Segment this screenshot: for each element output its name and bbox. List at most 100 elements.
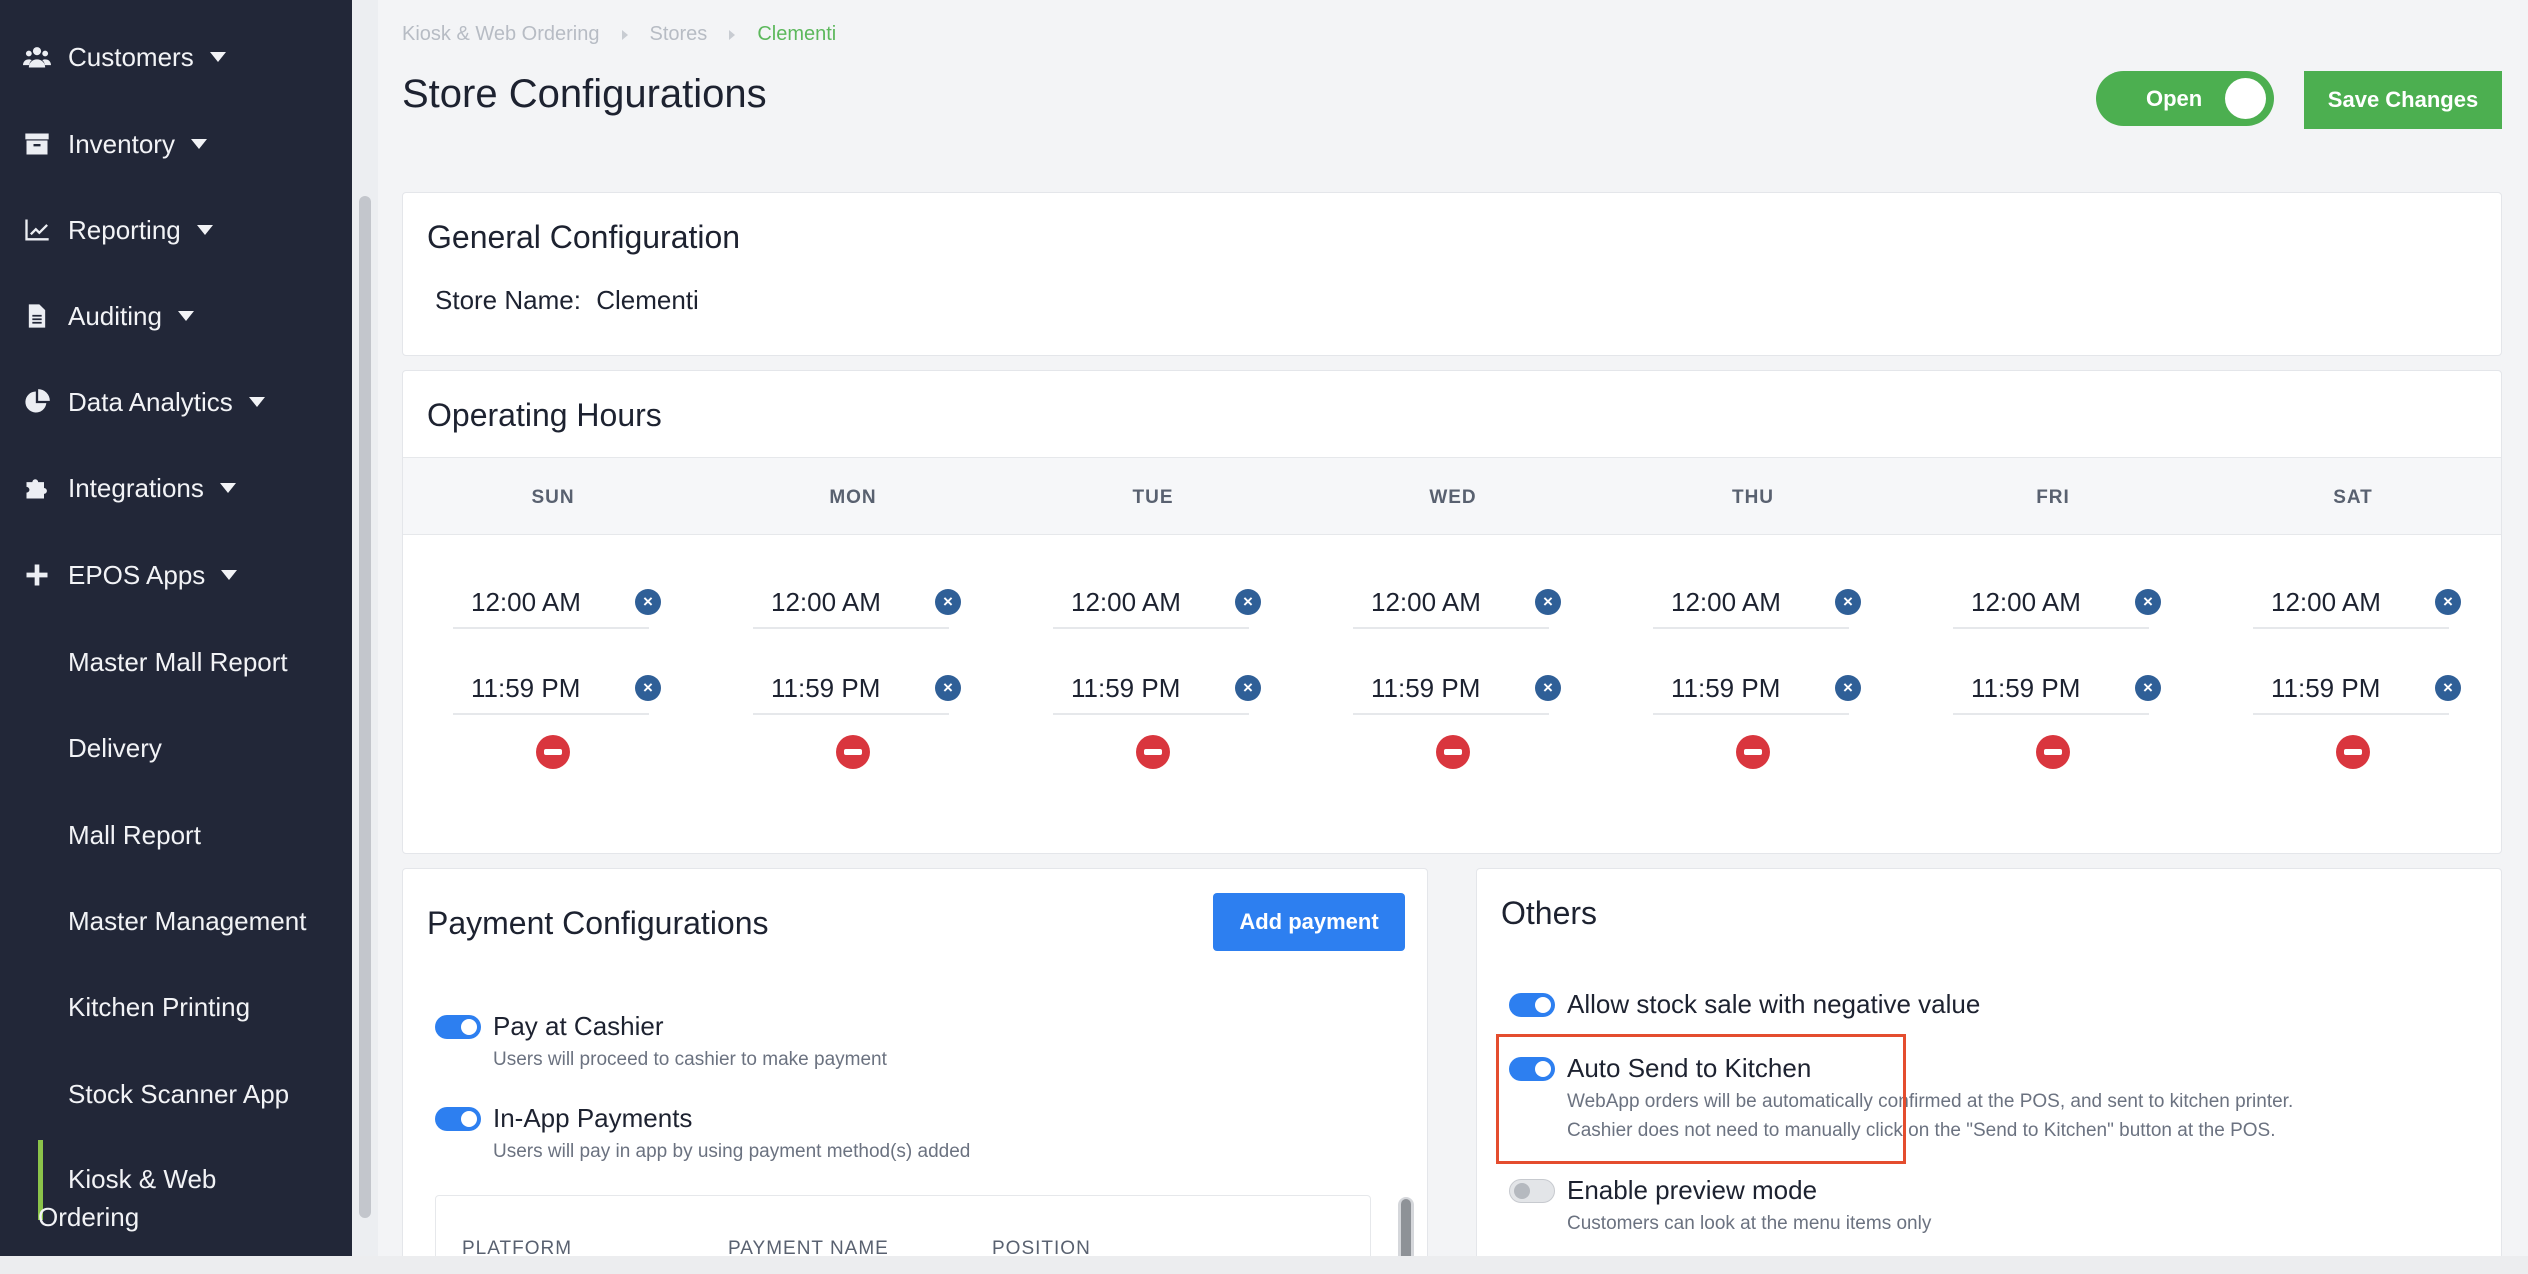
- sidebar-subitem-master-mall-report[interactable]: Master Mall Report: [68, 647, 288, 678]
- fri-close-time-input[interactable]: 11:59 PM ×: [1953, 659, 2161, 715]
- breadcrumb-link-stores[interactable]: Stores: [650, 23, 708, 46]
- time-value: 12:00 AM: [2271, 587, 2381, 617]
- clear-time-icon[interactable]: ×: [935, 675, 961, 701]
- mon-open-time-input[interactable]: 12:00 AM ×: [753, 573, 961, 629]
- toggle-knob: [2225, 78, 2266, 119]
- payment-configurations-title: Payment Configurations: [427, 905, 769, 941]
- line-chart-icon: [22, 215, 52, 245]
- time-value: 11:59 PM: [471, 673, 581, 703]
- clear-time-icon[interactable]: ×: [2135, 589, 2161, 615]
- sidebar-item-label: Inventory: [68, 128, 175, 159]
- time-value: 12:00 AM: [1671, 587, 1781, 617]
- clear-time-icon[interactable]: ×: [1535, 675, 1561, 701]
- day-header-fri: FRI: [2036, 487, 2070, 508]
- remove-hours-icon[interactable]: [1136, 735, 1170, 769]
- clear-time-icon[interactable]: ×: [1835, 675, 1861, 701]
- day-header-mon: MON: [829, 487, 877, 508]
- clear-time-icon[interactable]: ×: [1235, 589, 1261, 615]
- tue-close-time-input[interactable]: 11:59 PM ×: [1053, 659, 1261, 715]
- sidebar-item-label: Data Analytics: [68, 386, 233, 417]
- chevron-down-icon: [190, 139, 207, 149]
- remove-hours-icon[interactable]: [2336, 735, 2370, 769]
- sidebar-item-data-analytics[interactable]: Data Analytics: [0, 372, 352, 432]
- sun-open-time-input[interactable]: 12:00 AM ×: [453, 573, 661, 629]
- sidebar-subitem-kiosk-web-ordering[interactable]: Kiosk & Web Ordering: [38, 1160, 338, 1236]
- clear-time-icon[interactable]: ×: [935, 589, 961, 615]
- sidebar-scrollbar-thumb[interactable]: [359, 196, 371, 1218]
- time-value: 12:00 AM: [471, 587, 581, 617]
- remove-hours-icon[interactable]: [1736, 735, 1770, 769]
- sidebar-subitem-master-management[interactable]: Master Management: [68, 906, 306, 937]
- store-open-toggle[interactable]: Open: [2096, 71, 2274, 126]
- clear-time-icon[interactable]: ×: [1835, 589, 1861, 615]
- sat-open-time-input[interactable]: 12:00 AM ×: [2253, 573, 2461, 629]
- page-bottom-edge: [0, 1256, 2528, 1274]
- wed-close-time-input[interactable]: 11:59 PM ×: [1353, 659, 1561, 715]
- sidebar-subitem-stock-scanner-app[interactable]: Stock Scanner App: [68, 1079, 289, 1110]
- sidebar-item-auditing[interactable]: Auditing: [0, 286, 352, 346]
- sidebar-item-label: Integrations: [68, 472, 204, 503]
- sidebar-subitem-delivery[interactable]: Delivery: [68, 733, 162, 764]
- pay-at-cashier-toggle[interactable]: [435, 1015, 481, 1039]
- mon-close-time-input[interactable]: 11:59 PM ×: [753, 659, 961, 715]
- in-app-payments-desc: Users will pay in app by using payment m…: [493, 1141, 971, 1162]
- operating-hours-card: Operating Hours SUN 12:00 AM × 11:59 PM × MON…: [402, 370, 2502, 854]
- sidebar-item-reporting[interactable]: Reporting: [0, 200, 352, 260]
- sidebar-subitem-mall-report[interactable]: Mall Report: [68, 820, 201, 851]
- operating-hours-title: Operating Hours: [427, 397, 662, 433]
- clear-time-icon[interactable]: ×: [635, 589, 661, 615]
- store-name-value: Clementi: [596, 285, 699, 315]
- enable-preview-mode-toggle[interactable]: [1509, 1179, 1555, 1203]
- time-value: 11:59 PM: [1671, 673, 1781, 703]
- payment-table-scrollbar-thumb[interactable]: [1401, 1199, 1411, 1261]
- time-value: 11:59 PM: [2271, 673, 2381, 703]
- remove-hours-icon[interactable]: [536, 735, 570, 769]
- open-toggle-label: Open: [2146, 86, 2203, 111]
- sidebar-item-customers[interactable]: Customers: [0, 27, 352, 87]
- day-header-sat: SAT: [2333, 487, 2373, 508]
- time-value: 12:00 AM: [1971, 587, 2081, 617]
- sat-close-time-input[interactable]: 11:59 PM ×: [2253, 659, 2461, 715]
- breadcrumb: Kiosk & Web Ordering Stores Clementi: [402, 23, 836, 46]
- others-title: Others: [1501, 895, 1598, 931]
- day-header-wed: WED: [1429, 487, 1477, 508]
- sidebar-item-integrations[interactable]: Integrations: [0, 458, 352, 518]
- sidebar-item-inventory[interactable]: Inventory: [0, 114, 352, 174]
- clear-time-icon[interactable]: ×: [1535, 589, 1561, 615]
- clear-time-icon[interactable]: ×: [2435, 589, 2461, 615]
- remove-hours-icon[interactable]: [1436, 735, 1470, 769]
- pay-at-cashier-title: Pay at Cashier: [493, 1011, 664, 1041]
- clear-time-icon[interactable]: ×: [635, 675, 661, 701]
- thu-close-time-input[interactable]: 11:59 PM ×: [1653, 659, 1861, 715]
- allow-negative-stock-toggle[interactable]: [1509, 993, 1555, 1017]
- chevron-down-icon: [209, 52, 226, 62]
- tue-open-time-input[interactable]: 12:00 AM ×: [1053, 573, 1261, 629]
- wed-open-time-input[interactable]: 12:00 AM ×: [1353, 573, 1561, 629]
- remove-hours-icon[interactable]: [836, 735, 870, 769]
- in-app-payments-toggle[interactable]: [435, 1107, 481, 1131]
- sidebar-subitem-kitchen-printing[interactable]: Kitchen Printing: [68, 992, 250, 1023]
- add-payment-button[interactable]: Add payment: [1213, 893, 1405, 951]
- sun-close-time-input[interactable]: 11:59 PM ×: [453, 659, 661, 715]
- in-app-payments-title: In-App Payments: [493, 1103, 693, 1133]
- save-changes-button[interactable]: Save Changes: [2304, 71, 2502, 129]
- clear-time-icon[interactable]: ×: [2135, 675, 2161, 701]
- remove-hours-icon[interactable]: [2036, 735, 2070, 769]
- chevron-down-icon: [196, 225, 213, 235]
- sidebar-item-epos-apps[interactable]: EPOS Apps: [0, 545, 352, 605]
- clear-time-icon[interactable]: ×: [1235, 675, 1261, 701]
- puzzle-icon: [22, 473, 52, 503]
- chevron-down-icon: [221, 570, 238, 580]
- plus-icon: [22, 560, 52, 590]
- pie-chart-icon: [22, 387, 52, 417]
- day-header-tue: TUE: [1132, 487, 1174, 508]
- breadcrumb-link-kiosk[interactable]: Kiosk & Web Ordering: [402, 23, 600, 46]
- chevron-down-icon: [219, 483, 236, 493]
- thu-open-time-input[interactable]: 12:00 AM ×: [1653, 573, 1861, 629]
- clear-time-icon[interactable]: ×: [2435, 675, 2461, 701]
- users-icon: [22, 42, 52, 72]
- fri-open-time-input[interactable]: 12:00 AM ×: [1953, 573, 2161, 629]
- chevron-down-icon: [248, 397, 265, 407]
- time-value: 12:00 AM: [771, 587, 881, 617]
- payment-configurations-card: Payment Configurations Add payment Pay a…: [402, 868, 1428, 1274]
